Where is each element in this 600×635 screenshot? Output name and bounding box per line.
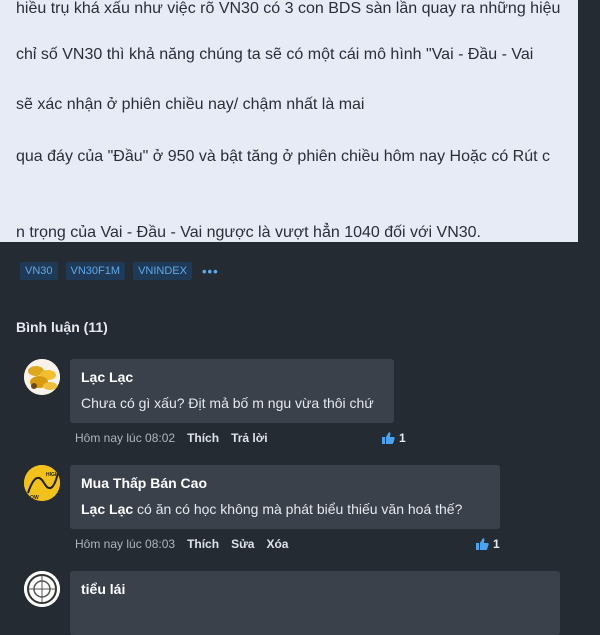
post-line: chỉ số VN30 thì khả năng chúng ta sẽ có … <box>16 46 534 63</box>
like-button[interactable]: Thích <box>187 537 219 551</box>
comment-bubble: Mua Thấp Bán Cao Lạc Lạc có ăn có học kh… <box>70 465 500 529</box>
like-count-value: 1 <box>493 537 500 551</box>
comment-meta: Hôm nay lúc 08:03 Thích Sửa Xóa <box>75 537 288 551</box>
tag-vn30f1m[interactable]: VN30F1M <box>65 262 126 280</box>
delete-button[interactable]: Xóa <box>266 537 288 551</box>
like-count-value: 1 <box>399 431 406 445</box>
scrollbar-track[interactable] <box>578 0 600 600</box>
comment-time: Hôm nay lúc 08:03 <box>75 537 176 551</box>
edit-button[interactable]: Sửa <box>231 537 254 551</box>
comment-author[interactable]: Mua Thấp Bán Cao <box>81 475 489 491</box>
like-count[interactable]: 1 <box>382 431 406 445</box>
comment-meta: Hôm nay lúc 08:02 Thích Trả lời <box>75 431 268 445</box>
like-button[interactable]: Thích <box>187 431 219 445</box>
tag-vnindex[interactable]: VNINDEX <box>133 262 192 280</box>
thumbs-up-icon <box>382 432 395 444</box>
comment-text: Lạc Lạc có ăn có học không mà phát biểu … <box>81 501 462 517</box>
coins-icon <box>24 359 60 395</box>
tag-vn30[interactable]: VN30 <box>20 262 58 280</box>
comment-bubble: Lạc Lạc Chưa có gì xấu? Địt mả bố m ngu … <box>70 359 394 423</box>
thumbs-up-icon <box>476 538 489 550</box>
more-tags-button[interactable]: ••• <box>202 264 219 279</box>
like-count[interactable]: 1 <box>476 537 500 551</box>
comment-bubble: tiểu lái <box>70 571 560 635</box>
post-line: hiều trụ khá xấu như việc rõ VN30 có 3 c… <box>16 0 561 17</box>
mention-link[interactable]: Lạc Lạc <box>81 501 133 517</box>
comment-text-body: có ăn có học không mà phát biểu thiếu vă… <box>133 501 463 517</box>
wheel-avatar[interactable] <box>24 571 60 607</box>
post-content: hiều trụ khá xấu như việc rõ VN30 có 3 c… <box>0 0 578 242</box>
avatar-text-high: HIGH <box>46 472 59 478</box>
avatar-text-low: LOW <box>27 495 39 501</box>
comment-time: Hôm nay lúc 08:02 <box>75 431 176 445</box>
post-line: n trọng của Vai - Đầu - Vai ngược là vượ… <box>16 224 481 241</box>
wheel-icon <box>24 571 60 607</box>
post-line: qua đáy của "Đầu" ở 950 và bật tăng ở ph… <box>16 148 550 165</box>
comment-text: Chưa có gì xấu? Địt mả bố m ngu vừa thôi… <box>81 395 374 411</box>
comment-author[interactable]: Lạc Lạc <box>81 369 383 385</box>
coins-avatar[interactable] <box>24 359 60 395</box>
post-line: sẽ xác nhận ở phiên chiều nay/ chậm nhất… <box>16 96 365 113</box>
comments-title: Bình luận (11) <box>16 319 108 335</box>
comment-author[interactable]: tiểu lái <box>81 581 549 597</box>
reply-button[interactable]: Trả lời <box>231 431 268 445</box>
chart-avatar[interactable]: HIGH LOW <box>24 465 60 501</box>
tag-list: VN30 VN30F1M VNINDEX ••• <box>20 262 219 280</box>
chart-icon: HIGH LOW <box>24 465 60 501</box>
